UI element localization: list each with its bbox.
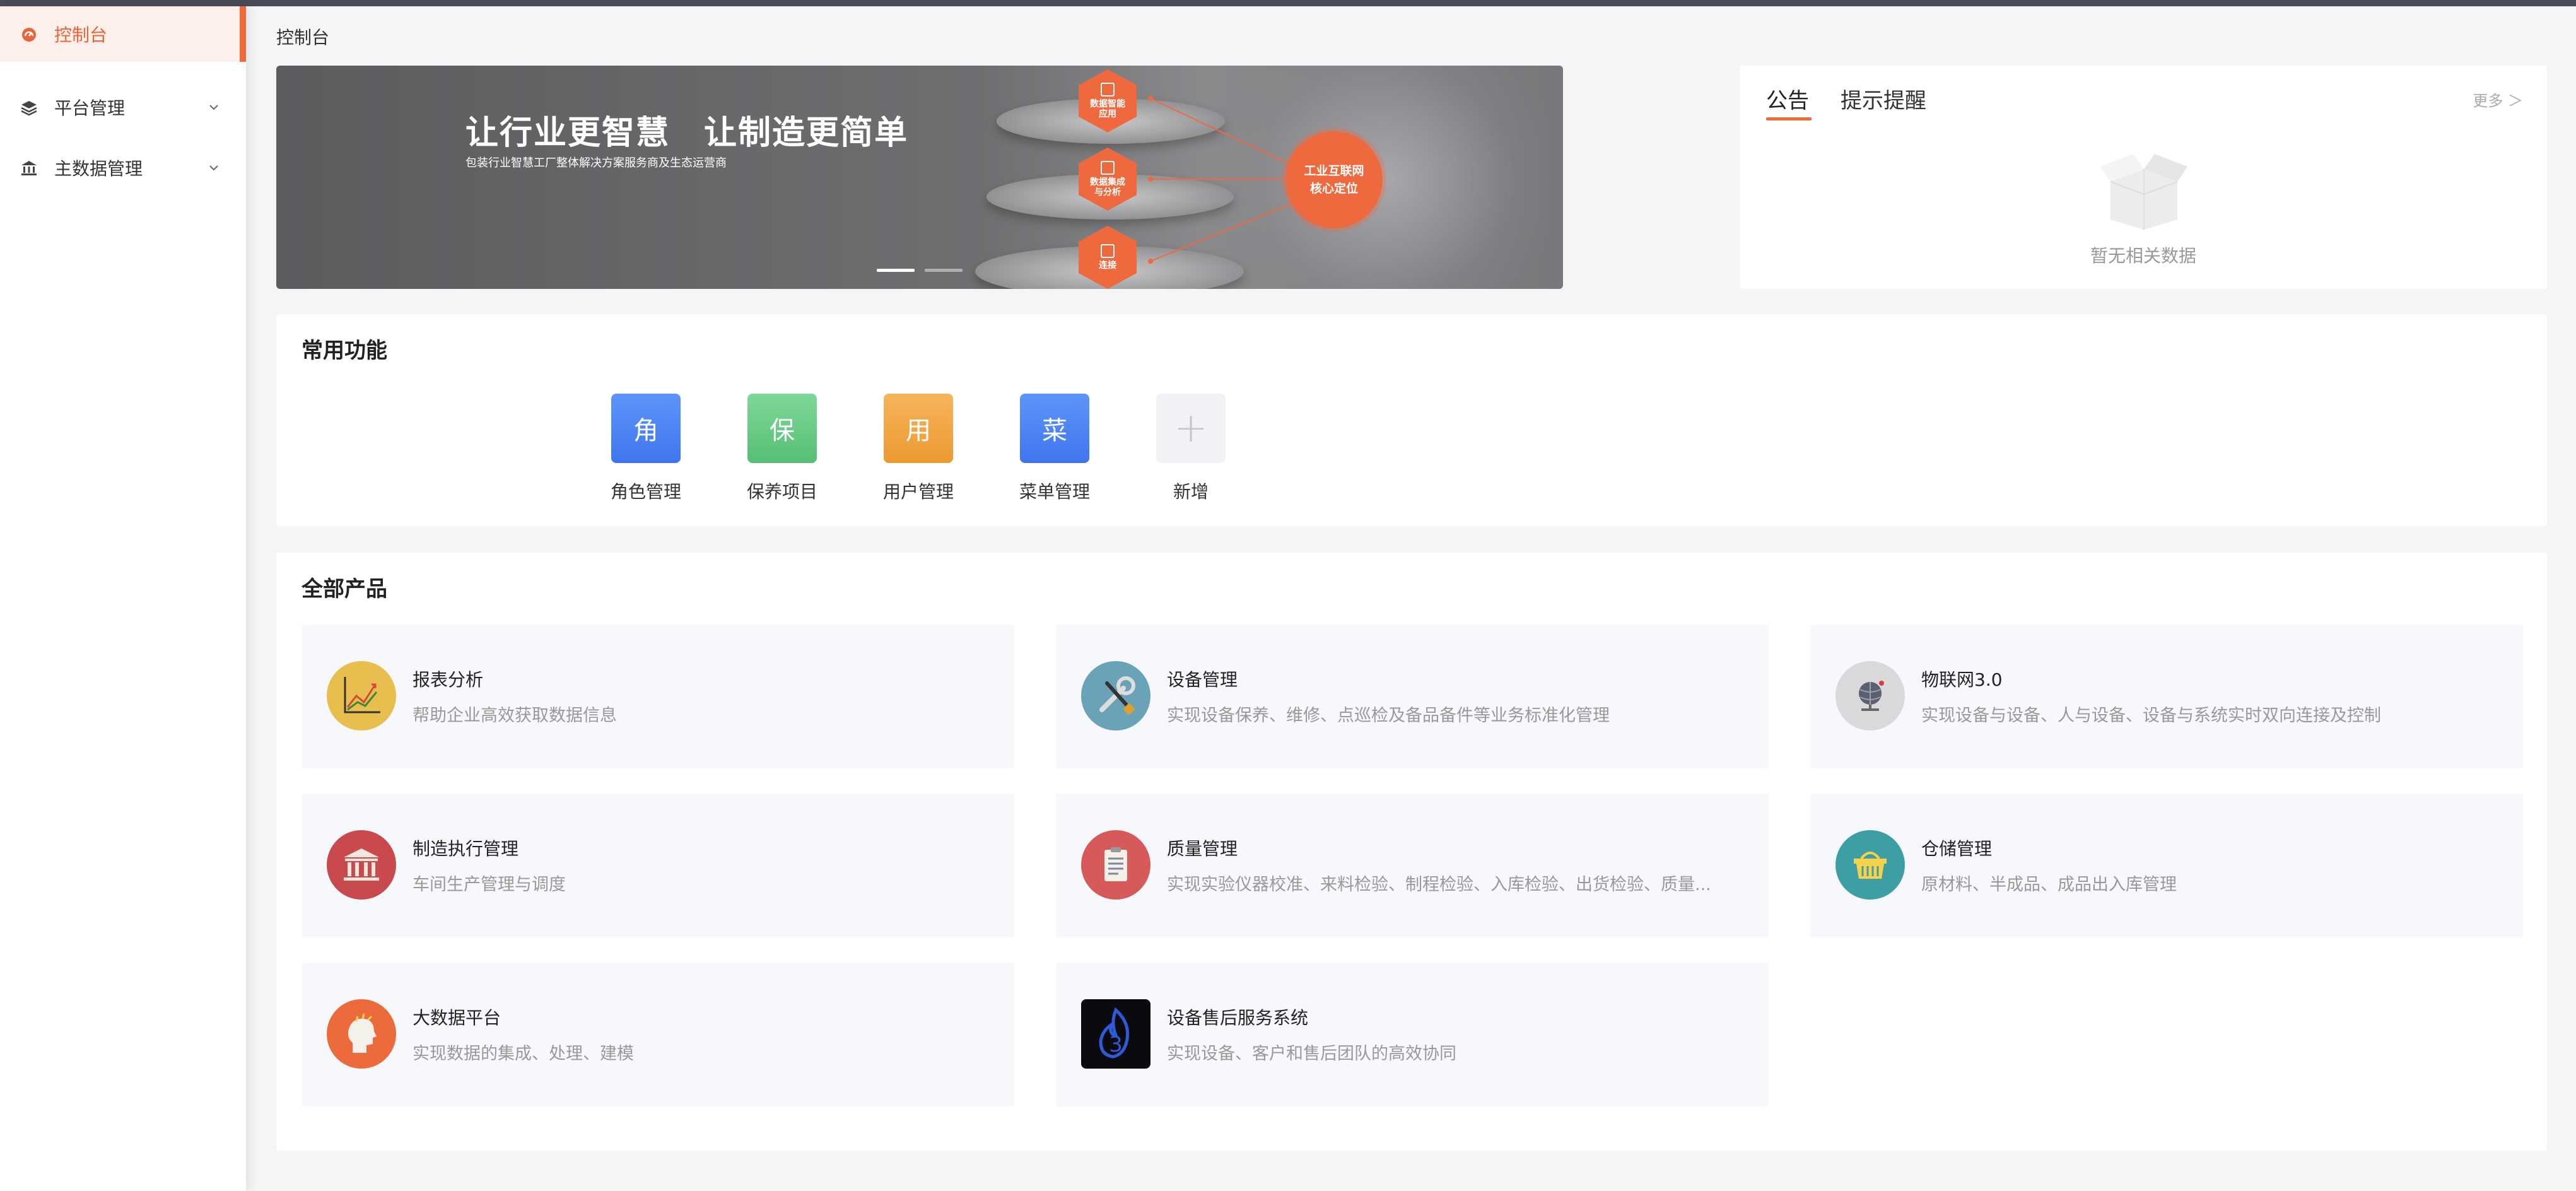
product-iot[interactable]: 物联网3.0 实现设备与设备、人与设备、设备与系统实时双向连接及控制 (1810, 625, 2523, 768)
user-icon: 用 (884, 394, 953, 463)
shortcut-label: 菜单管理 (1019, 481, 1090, 502)
top-bar (0, 0, 2576, 6)
document-icon (1101, 244, 1115, 258)
carousel-dot-1[interactable] (877, 269, 915, 272)
flame-3-icon: 3 (1081, 999, 1150, 1069)
product-report-analysis[interactable]: 报表分析 帮助企业高效获取数据信息 (302, 625, 1014, 768)
banner-subtitle: 包装行业智慧工厂整体解决方案服务商及生态运营商 (465, 156, 727, 170)
layers-icon (19, 97, 39, 117)
shortcut-add[interactable]: + 新增 (1140, 394, 1241, 503)
product-desc: 实现设备保养、维修、点巡检及备品备件等业务标准化管理 (1167, 706, 1610, 725)
banner-title: 让行业更智慧 让制造更简单 (465, 114, 909, 152)
product-big-data-platform[interactable]: 大数据平台 实现数据的集成、处理、建模 (302, 963, 1014, 1106)
empty-state-text: 暂无相关数据 (2090, 245, 2196, 266)
empty-box-icon (2098, 144, 2190, 231)
shortcut-label: 角色管理 (610, 481, 681, 502)
product-quality-management[interactable]: 质量管理 实现实验仪器校准、来料检验、制程检验、入库检验、出货检验、质量... (1056, 794, 1769, 937)
sidebar-item-master-data[interactable]: 主数据管理 (0, 140, 246, 196)
role-icon: 角 (611, 394, 681, 463)
shortcut-label: 新增 (1173, 481, 1209, 502)
tab-reminders[interactable]: 提示提醒 (1841, 83, 1926, 114)
head-icon (327, 999, 396, 1069)
bank-icon (19, 158, 39, 178)
grid-icon (1101, 83, 1115, 97)
product-name: 仓储管理 (1921, 838, 1993, 859)
node-label: 连接 (1099, 261, 1116, 271)
sidebar-item-platform[interactable]: 平台管理 (0, 79, 246, 135)
all-products-card: 全部产品 报表分析 帮助企业高效获取数据信息 设备管理 实现设备保养、维修、点巡… (276, 553, 2547, 1151)
chevron-down-icon (207, 161, 221, 175)
section-title: 全部产品 (302, 577, 387, 602)
shortcut-menu-management[interactable]: 菜 菜单管理 (1004, 394, 1105, 503)
globe-icon (1835, 661, 1905, 730)
product-after-sales-service[interactable]: 3 设备售后服务系统 实现设备、客户和售后团队的高效协同 (1056, 963, 1769, 1106)
server-icon (1101, 161, 1115, 175)
core-label: 工业互联网核心定位 (1304, 164, 1364, 196)
tab-announcement[interactable]: 公告 (1766, 83, 1809, 114)
notice-panel: 公告 提示提醒 更多 ＞ 暂无相关数据 (1740, 66, 2547, 289)
product-equipment-management[interactable]: 设备管理 实现设备保养、维修、点巡检及备品备件等业务标准化管理 (1056, 625, 1769, 768)
sidebar: 控制台 平台管理 主数据管理 (0, 6, 246, 1191)
product-name: 设备管理 (1167, 669, 1238, 690)
shortcut-user-management[interactable]: 用 用户管理 (868, 394, 969, 503)
product-name: 设备售后服务系统 (1167, 1007, 1309, 1028)
building-icon (327, 830, 396, 900)
sidebar-item-label: 主数据管理 (54, 158, 143, 179)
shortcut-role-management[interactable]: 角 角色管理 (595, 394, 696, 503)
active-tab-indicator (1766, 117, 1812, 120)
product-name: 制造执行管理 (413, 838, 519, 859)
clipboard-icon (1081, 830, 1150, 900)
common-functions-card: 常用功能 角 角色管理 保 保养项目 用 用户管理 菜 菜单管理 + 新增 (276, 314, 2547, 526)
shortcut-label: 保养项目 (746, 481, 817, 502)
sidebar-item-label: 控制台 (54, 25, 108, 45)
product-desc: 原材料、半成品、成品出入库管理 (1921, 875, 2177, 895)
sidebar-item-dashboard[interactable]: 控制台 (0, 6, 246, 62)
chevron-down-icon (207, 100, 221, 114)
dashboard-icon (19, 24, 39, 44)
product-name: 质量管理 (1167, 838, 1238, 859)
node-label: 数据集成与分析 (1090, 177, 1125, 197)
product-name: 大数据平台 (413, 1007, 501, 1028)
menu-icon: 菜 (1020, 394, 1089, 463)
basket-icon (1835, 830, 1905, 900)
breadcrumb: 控制台 (276, 27, 330, 48)
product-name: 物联网3.0 (1921, 669, 2003, 690)
section-title: 常用功能 (302, 338, 387, 363)
svg-text:3: 3 (1109, 1032, 1123, 1057)
maintenance-icon: 保 (747, 394, 817, 463)
sidebar-item-label: 平台管理 (54, 98, 126, 119)
plus-icon: + (1156, 394, 1226, 463)
product-warehouse-management[interactable]: 仓储管理 原材料、半成品、成品出入库管理 (1810, 794, 2523, 937)
product-desc: 实现数据的集成、处理、建模 (413, 1044, 634, 1064)
product-manufacturing-execution[interactable]: 制造执行管理 车间生产管理与调度 (302, 794, 1014, 937)
product-desc: 帮助企业高效获取数据信息 (413, 706, 617, 725)
node-label: 数据智能应用 (1090, 99, 1125, 119)
product-desc: 实现实验仪器校准、来料检验、制程检验、入库检验、出货检验、质量... (1167, 875, 1711, 895)
banner-core-node: 工业互联网核心定位 (1285, 131, 1383, 228)
promo-banner[interactable]: 让行业更智慧 让制造更简单 包装行业智慧工厂整体解决方案服务商及生态运营商 数据… (276, 66, 1563, 289)
shortcut-maintenance-items[interactable]: 保 保养项目 (732, 394, 833, 503)
product-desc: 实现设备与设备、人与设备、设备与系统实时双向连接及控制 (1921, 706, 2381, 725)
product-desc: 实现设备、客户和售后团队的高效协同 (1167, 1044, 1456, 1064)
product-desc: 车间生产管理与调度 (413, 875, 566, 895)
more-link[interactable]: 更多 ＞ (2473, 88, 2523, 110)
carousel-dot-2[interactable] (925, 269, 963, 272)
product-name: 报表分析 (413, 669, 484, 690)
shortcut-label: 用户管理 (882, 481, 954, 502)
tools-icon (1081, 661, 1150, 730)
chart-icon (327, 661, 396, 730)
